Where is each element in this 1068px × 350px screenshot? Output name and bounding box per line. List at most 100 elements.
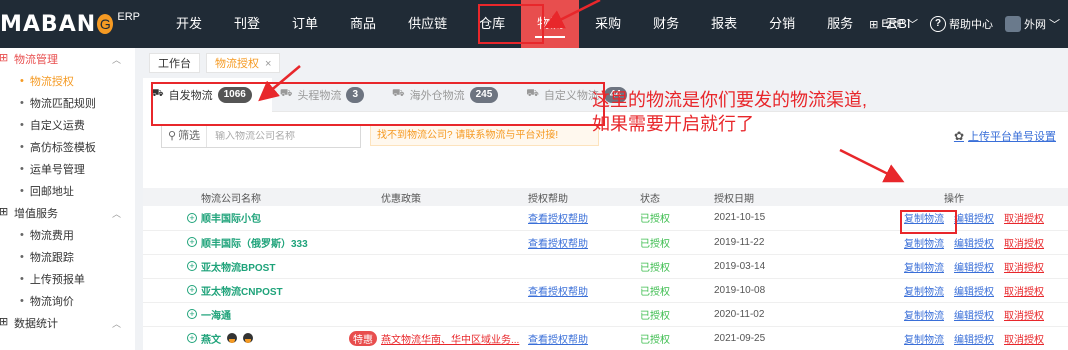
copy-logistics-link[interactable]: 复制物流 bbox=[904, 331, 944, 346]
sidebar-group-label: 增值服务 bbox=[14, 208, 58, 220]
grid-apps-icon: ⊞ bbox=[869, 18, 879, 31]
edit-auth-link[interactable]: 编辑授权 bbox=[954, 259, 994, 274]
chevron-up-icon: ︿ bbox=[111, 318, 121, 329]
expand-icon[interactable]: + bbox=[187, 309, 197, 319]
cancel-auth-link[interactable]: 取消授权 bbox=[1004, 331, 1044, 346]
highlight-box-edit-auth bbox=[900, 210, 957, 234]
help-center[interactable]: ? 帮助中心 bbox=[930, 16, 993, 32]
nav-item-listing[interactable]: 刊登 bbox=[218, 0, 276, 48]
cancel-auth-link[interactable]: 取消授权 bbox=[1004, 307, 1044, 322]
status-badge: 已授权 bbox=[640, 286, 670, 298]
auth-date: 2021-10-15 bbox=[714, 212, 766, 224]
nav-item-reports[interactable]: 报表 bbox=[695, 0, 753, 48]
table-row: + 燕文 特惠 燕文物流华南、华中区域业务... 查看授权帮助 已授权 2021-0… bbox=[143, 326, 1068, 350]
expand-icon[interactable]: + bbox=[187, 333, 197, 343]
table-header-row: 物流公司名称 优惠政策 授权帮助 状态 授权日期 操作 bbox=[143, 188, 1068, 206]
edit-auth-link[interactable]: 编辑授权 bbox=[954, 210, 994, 225]
company-name[interactable]: + 亚太物流CNPOST bbox=[187, 283, 283, 298]
sidebar-item-inquiry[interactable]: 物流询价 bbox=[0, 290, 135, 312]
expand-icon[interactable]: + bbox=[187, 212, 197, 223]
highlight-box-logistics-nav bbox=[478, 4, 544, 44]
header-date: 授权日期 bbox=[714, 188, 864, 206]
avatar bbox=[1005, 16, 1021, 32]
highlight-box-filter bbox=[151, 82, 605, 126]
company-name-text: 顺丰国际（俄罗斯）333 bbox=[201, 238, 308, 250]
header-policy: 优惠政策 bbox=[343, 188, 528, 206]
sidebar: 物流管理 ︿ 物流授权 物流匹配规则 自定义运费 高仿标签模板 运单号管理 回邮… bbox=[0, 48, 135, 350]
upload-settings-link[interactable]: ✿ 上传平台单号设置 bbox=[954, 128, 1056, 144]
sidebar-group-label: 物流管理 bbox=[14, 54, 58, 66]
policy-cell bbox=[343, 302, 528, 327]
expand-icon[interactable]: + bbox=[187, 261, 197, 271]
company-name[interactable]: + 亚太物流BPOST bbox=[187, 259, 275, 274]
auth-help-link[interactable]: 查看授权帮助 bbox=[528, 214, 588, 225]
nav-item-service[interactable]: 服务 bbox=[811, 0, 869, 48]
edit-auth-link[interactable]: 编辑授权 bbox=[954, 235, 994, 250]
contact-tip[interactable]: 找不到物流公司? 请联系物流与平台对接! bbox=[370, 124, 599, 146]
auth-help-link[interactable]: 查看授权帮助 bbox=[528, 335, 588, 346]
special-offer-badge: 特惠 bbox=[349, 330, 377, 346]
nav-item-products[interactable]: 商品 bbox=[334, 0, 392, 48]
sidebar-group-logistics[interactable]: 物流管理 ︿ bbox=[0, 48, 135, 70]
sidebar-item-waybill[interactable]: 运单号管理 bbox=[0, 158, 135, 180]
sidebar-item-tracking[interactable]: 物流跟踪 bbox=[0, 246, 135, 268]
auth-help-link[interactable]: 查看授权帮助 bbox=[528, 287, 588, 298]
nav-item-distribution[interactable]: 分销 bbox=[753, 0, 811, 48]
policy-cell bbox=[343, 230, 528, 255]
nav-item-purchase[interactable]: 采购 bbox=[579, 0, 637, 48]
copy-logistics-link[interactable]: 复制物流 bbox=[904, 235, 944, 250]
company-name[interactable]: + 顺丰国际（俄罗斯）333 bbox=[187, 235, 308, 250]
cancel-auth-link[interactable]: 取消授权 bbox=[1004, 283, 1044, 298]
edit-auth-link[interactable]: 编辑授权 bbox=[954, 307, 994, 322]
nav-item-orders[interactable]: 订单 bbox=[276, 0, 334, 48]
sidebar-item-label-template[interactable]: 高仿标签模板 bbox=[0, 136, 135, 158]
sidebar-item-custom-freight[interactable]: 自定义运费 bbox=[0, 114, 135, 136]
close-icon[interactable]: × bbox=[265, 58, 271, 70]
nav-item-dev[interactable]: 开发 bbox=[160, 0, 218, 48]
logistics-panel: ⛟ 自发物流 1066 ⛟ 头程物流 3 ⛟ 海外仓物流 245 ⛟ 自定义物流… bbox=[143, 77, 1068, 350]
filter-prefix[interactable]: ⚲ 筛选 bbox=[162, 125, 208, 147]
nav-item-finance[interactable]: 财务 bbox=[637, 0, 695, 48]
expand-icon[interactable]: + bbox=[187, 285, 197, 295]
tab-logistics-auth[interactable]: 物流授权 × bbox=[206, 53, 281, 73]
sidebar-item-return-address[interactable]: 回邮地址 bbox=[0, 180, 135, 202]
company-name[interactable]: + 燕文 bbox=[187, 331, 253, 346]
cancel-auth-link[interactable]: 取消授权 bbox=[1004, 210, 1044, 225]
logo[interactable]: MABAN G ERP bbox=[0, 0, 140, 48]
chevron-up-icon: ︿ bbox=[111, 208, 121, 219]
filter-label: 筛选 bbox=[178, 130, 201, 142]
upload-settings-label: 上传平台单号设置 bbox=[968, 131, 1056, 143]
company-name[interactable]: + 顺丰国际小包 bbox=[187, 210, 261, 225]
sidebar-item-logistics-auth[interactable]: 物流授权 bbox=[0, 70, 135, 92]
company-name-text: 亚太物流CNPOST bbox=[201, 286, 283, 298]
company-name-text: 一海通 bbox=[201, 310, 231, 322]
policy-link[interactable]: 燕文物流华南、华中区域业务... bbox=[381, 335, 519, 346]
auth-help-link[interactable]: 查看授权帮助 bbox=[528, 239, 588, 250]
logo-text: MABAN bbox=[0, 11, 97, 37]
sidebar-group-statistics[interactable]: 数据统计 ︿ bbox=[0, 312, 135, 334]
sidebar-item-logistics-fee[interactable]: 物流费用 bbox=[0, 224, 135, 246]
search-input[interactable] bbox=[207, 130, 348, 142]
sidebar-group-label: 数据统计 bbox=[14, 318, 58, 330]
sidebar-item-upload-forecast[interactable]: 上传预报单 bbox=[0, 268, 135, 290]
company-name[interactable]: + 一海通 bbox=[187, 307, 231, 322]
copy-logistics-link[interactable]: 复制物流 bbox=[904, 283, 944, 298]
nav-item-supply-chain[interactable]: 供应链 bbox=[392, 0, 463, 48]
user-menu[interactable]: 外网 ﹀ bbox=[1005, 16, 1060, 32]
copy-logistics-link[interactable]: 复制物流 bbox=[904, 307, 944, 322]
status-badge: 已授权 bbox=[640, 334, 670, 346]
expand-icon[interactable]: + bbox=[187, 237, 197, 247]
status-badge: 已授权 bbox=[640, 310, 670, 322]
table-row: + 亚太物流BPOST 已授权 2019-03-14 复制物流 编辑授权 取消授权 bbox=[143, 254, 1068, 279]
edit-auth-link[interactable]: 编辑授权 bbox=[954, 331, 994, 346]
tab-workbench[interactable]: 工作台 bbox=[149, 53, 200, 73]
erp-menu[interactable]: ⊞ ERP ﹀ bbox=[869, 16, 918, 32]
status-badge: 已授权 bbox=[640, 214, 670, 226]
cancel-auth-link[interactable]: 取消授权 bbox=[1004, 235, 1044, 250]
edit-auth-link[interactable]: 编辑授权 bbox=[954, 283, 994, 298]
copy-logistics-link[interactable]: 复制物流 bbox=[904, 259, 944, 274]
cancel-auth-link[interactable]: 取消授权 bbox=[1004, 259, 1044, 274]
sidebar-group-value-added[interactable]: 增值服务 ︿ bbox=[0, 202, 135, 224]
sidebar-item-matching-rules[interactable]: 物流匹配规则 bbox=[0, 92, 135, 114]
auth-date: 2021-09-25 bbox=[714, 332, 766, 344]
